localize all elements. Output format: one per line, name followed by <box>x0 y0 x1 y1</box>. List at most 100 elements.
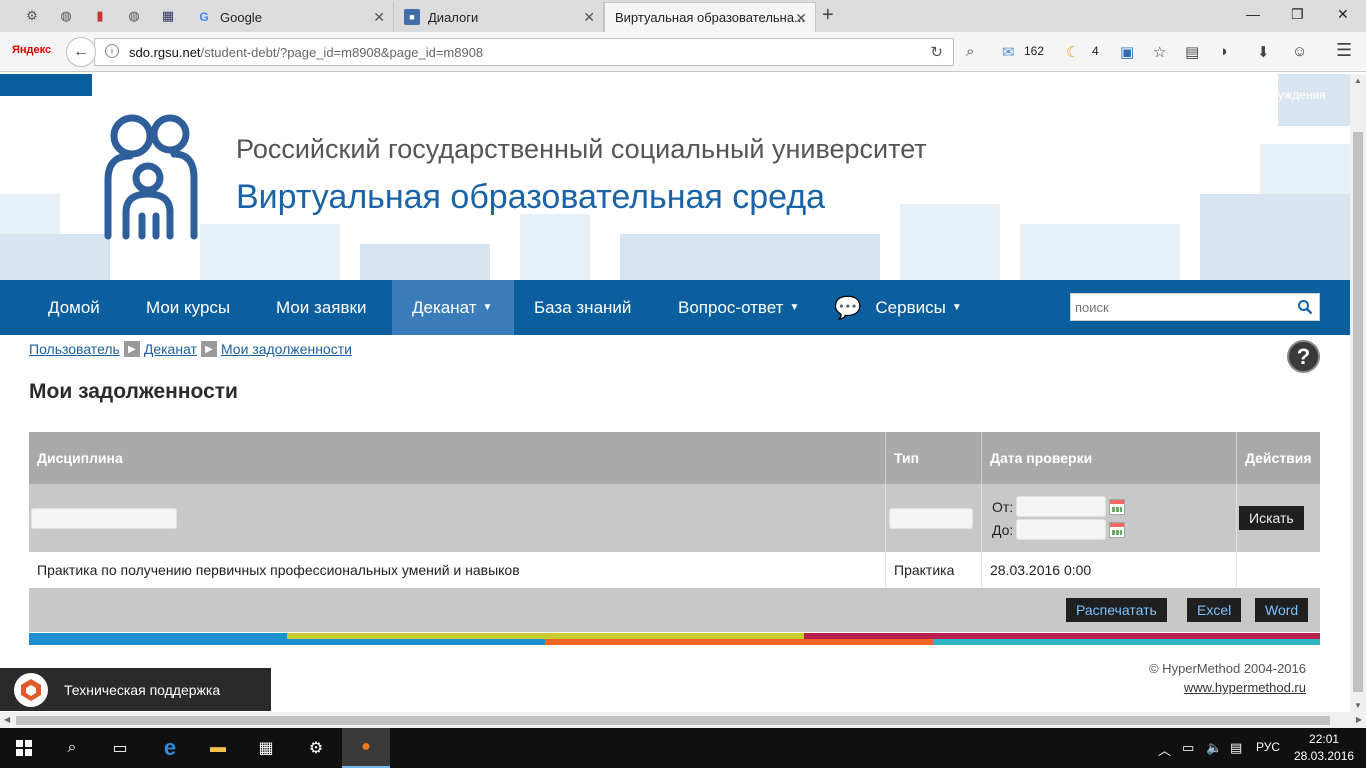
cell-check-date: 28.03.2016 0:00 <box>982 552 1237 588</box>
calendar-icon[interactable] <box>1109 521 1125 538</box>
close-icon[interactable]: ✕ <box>795 10 807 27</box>
reload-icon[interactable]: ↻ <box>930 43 943 61</box>
grid-filter-row: От: До: Искать <box>29 484 1320 552</box>
start-windows-icon[interactable] <box>0 728 48 768</box>
support-label: Техническая поддержка <box>64 681 221 698</box>
chevron-right-icon: ▶ <box>200 341 217 357</box>
cell-type: Практика <box>886 552 982 588</box>
store-icon[interactable]: ▦ <box>242 728 290 768</box>
search-icon[interactable]: ⌕ <box>966 43 974 60</box>
edge-browser-icon[interactable]: e <box>146 728 194 768</box>
firefox-icon[interactable]: ● <box>342 728 390 768</box>
header-right-link[interactable]: уждения <box>1278 74 1350 126</box>
close-icon[interactable]: ✕ <box>373 9 385 26</box>
back-button[interactable]: ← <box>66 37 96 67</box>
column-header-actions: Действия <box>1245 450 1312 466</box>
reading-list-icon[interactable]: ▤ <box>1185 43 1199 61</box>
nav-dean-office[interactable]: Деканат ▼ <box>392 280 514 335</box>
url-text[interactable]: sdo.rgsu.net/student-debt/?page_id=m8908… <box>129 45 483 60</box>
tab-dialogs[interactable]: ■ Диалоги ✕ <box>394 2 604 32</box>
pinned-tab-gear-icon[interactable]: ⚙ <box>22 6 42 26</box>
new-tab-plus-icon[interactable]: + <box>822 4 834 27</box>
breadcrumb-dean-office[interactable]: Деканат <box>144 341 197 357</box>
nav-my-requests[interactable]: Мои заявки <box>256 280 386 335</box>
info-icon[interactable]: i <box>105 44 119 58</box>
tech-support-widget[interactable]: Техническая поддержка <box>0 668 271 711</box>
horizontal-scrollbar[interactable]: ◀ ▶ <box>0 712 1366 728</box>
help-icon[interactable]: ? <box>1287 340 1320 373</box>
speech-bubbles-icon: 💬 <box>834 294 862 320</box>
smiley-icon[interactable]: ☺ <box>1292 43 1307 60</box>
tab-google[interactable]: G Google ✕ <box>186 2 394 32</box>
network-icon[interactable]: ▭ <box>1182 740 1194 756</box>
file-explorer-icon[interactable]: ▬ <box>194 728 242 768</box>
breadcrumb-user[interactable]: Пользователь <box>29 341 120 357</box>
minimize-icon[interactable]: — <box>1246 6 1260 22</box>
google-icon: G <box>199 10 209 24</box>
pinned-tab-globe-icon[interactable]: ◍ <box>124 6 144 26</box>
site-header: уждения Российский государственный социа… <box>0 74 1350 280</box>
browser-nav-bar: Яндекс i sdo.rgsu.net/student-debt/?page… <box>0 32 1366 72</box>
grid-header: Дисциплина Тип Дата проверки Действия <box>29 432 1320 484</box>
search-input[interactable] <box>1071 294 1291 320</box>
address-bar[interactable]: i sdo.rgsu.net/student-debt/?page_id=m89… <box>94 38 954 66</box>
download-icon[interactable]: ⬇ <box>1257 43 1270 61</box>
grid-footer: Распечатать Excel Word <box>29 588 1320 632</box>
mail-icon[interactable]: ✉ <box>1002 43 1015 61</box>
scrollbar-thumb[interactable] <box>1353 132 1363 692</box>
nav-my-courses[interactable]: Мои курсы <box>126 280 250 335</box>
nav-questions-answers[interactable]: Вопрос-ответ ▼ <box>658 280 819 335</box>
chevron-down-icon: ▼ <box>951 302 962 313</box>
pocket-icon[interactable]: ◗ <box>1220 43 1229 60</box>
weather-icon[interactable]: ☾ <box>1066 43 1079 61</box>
chevron-up-icon[interactable]: ︿ <box>1158 740 1171 759</box>
pinned-tab-flag-icon[interactable]: ▦ <box>158 6 178 26</box>
print-button[interactable]: Распечатать <box>1066 598 1167 622</box>
date-to-input[interactable] <box>1016 519 1106 540</box>
window-close-icon[interactable]: ✕ <box>1337 6 1349 23</box>
cell-actions <box>1237 552 1320 588</box>
vertical-scrollbar[interactable]: ▲ ▼ <box>1350 74 1366 712</box>
date-to-label: До: <box>992 521 1014 538</box>
language-indicator[interactable]: РУС <box>1256 740 1280 754</box>
extension-icon[interactable]: ▣ <box>1120 43 1134 61</box>
discipline-filter-input[interactable] <box>31 507 177 529</box>
header-top-strip <box>0 74 92 96</box>
notification-icon[interactable]: ▤ <box>1230 740 1242 756</box>
windows-taskbar: ⌕ ▭ e ▬ ▦ ⚙ ● ︿ ▭ 🔈 ▤ РУС 22:01 28.03.20… <box>0 728 1366 768</box>
scrollbar-thumb[interactable] <box>16 716 1330 725</box>
page-title: Мои задолженности <box>29 380 238 403</box>
column-header-discipline[interactable]: Дисциплина <box>29 432 886 484</box>
hypermethod-link[interactable]: www.hypermethod.ru <box>1149 680 1306 695</box>
word-export-button[interactable]: Word <box>1255 598 1309 622</box>
type-filter-input[interactable] <box>889 507 973 529</box>
volume-icon[interactable]: 🔈 <box>1206 740 1222 756</box>
yandex-logo[interactable]: Яндекс <box>12 44 51 56</box>
date-from-input[interactable] <box>1016 496 1106 517</box>
nav-home[interactable]: Домой <box>28 280 120 335</box>
column-header-type[interactable]: Тип <box>886 432 982 484</box>
search-icon[interactable] <box>1297 299 1313 315</box>
pinned-tab-app-icon[interactable]: ▮ <box>90 6 110 26</box>
menu-icon[interactable]: ☰ <box>1336 40 1352 61</box>
decorative-color-stripe <box>29 633 1320 645</box>
calendar-icon[interactable] <box>1109 498 1125 515</box>
nav-services[interactable]: 💬 Сервисы ▼ <box>814 280 982 335</box>
excel-export-button[interactable]: Excel <box>1187 598 1242 622</box>
column-header-check-date[interactable]: Дата проверки <box>982 432 1237 484</box>
search-button[interactable]: Искать <box>1239 506 1304 530</box>
table-row[interactable]: Практика по получению первичных професси… <box>29 552 1320 588</box>
bookmark-star-icon[interactable]: ☆ <box>1153 43 1166 61</box>
pinned-tab-globe-icon[interactable]: ◍ <box>56 6 76 26</box>
task-view-icon[interactable]: ▭ <box>96 728 144 768</box>
maximize-icon[interactable]: ❐ <box>1291 6 1304 23</box>
breadcrumb: Пользователь ▶ Деканат ▶ Мои задолженнос… <box>29 341 352 357</box>
settings-gear-icon[interactable]: ⚙ <box>292 728 340 768</box>
close-icon[interactable]: ✕ <box>583 9 595 26</box>
search-icon[interactable]: ⌕ <box>48 728 96 768</box>
nav-knowledge-base[interactable]: База знаний <box>514 280 651 335</box>
tab-virtual-environment[interactable]: Виртуальная образовательна... ✕ <box>604 2 816 32</box>
breadcrumb-my-debts[interactable]: Мои задолженности <box>221 341 352 357</box>
chevron-down-icon: ▼ <box>482 302 493 313</box>
clock[interactable]: 22:01 28.03.2016 <box>1294 731 1354 765</box>
